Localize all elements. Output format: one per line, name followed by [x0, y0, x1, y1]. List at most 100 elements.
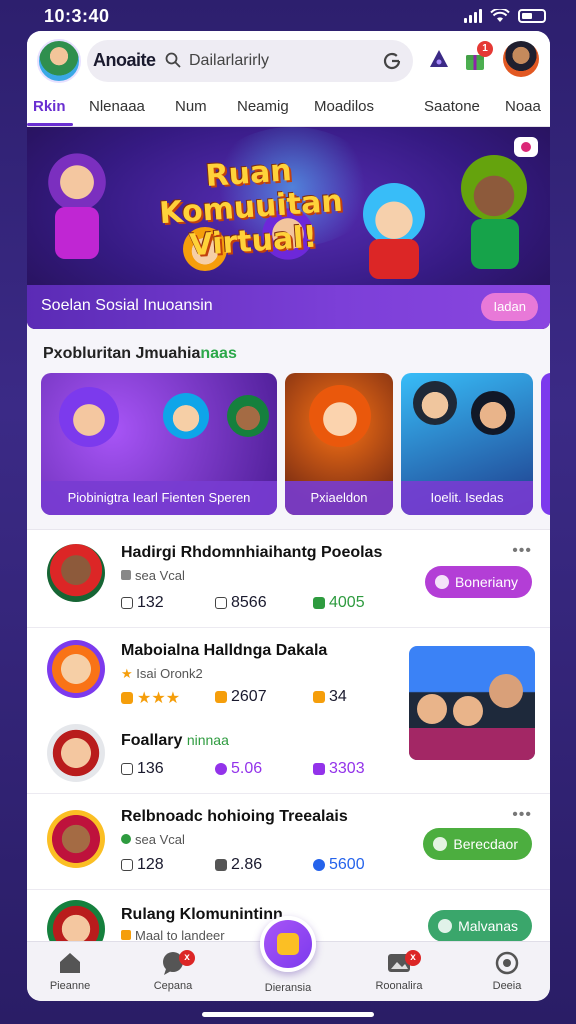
status-icons [464, 9, 546, 23]
upload-icon[interactable] [427, 47, 451, 71]
post-action-button[interactable]: Boneriany [424, 566, 532, 598]
hero-join-button[interactable]: Iadan [481, 293, 538, 321]
tile-character [163, 393, 209, 439]
tile-character [59, 387, 119, 447]
tile-caption: Piobinigtra Iearl Fienten Speren [41, 481, 277, 515]
top-header: Anoaite Dailarlarirly 1 [27, 31, 550, 91]
more-options-icon[interactable]: ••• [512, 806, 532, 824]
nav-chat[interactable]: x Cepana [133, 950, 213, 992]
nav-profile[interactable]: Deeia [467, 950, 547, 992]
gallery-badge: x [405, 950, 421, 966]
feed-list: Hadirgi Rhdomnhiaihantg Poeolas sea Vcal… [27, 529, 550, 958]
search-bar[interactable]: Anoaite Dailarlarirly [87, 40, 413, 82]
nav-create[interactable]: Dieransia [248, 982, 328, 994]
profile-icon [495, 951, 519, 975]
battery-icon [518, 9, 546, 23]
comment-count: 132 [121, 594, 164, 612]
tab-saatone[interactable]: Saatone [424, 98, 480, 115]
nav-home[interactable]: Pieanne [30, 950, 110, 992]
featured-tile-peek[interactable] [541, 373, 550, 515]
share-count: 8566 [215, 594, 267, 612]
create-button[interactable] [260, 916, 316, 972]
post-author[interactable]: Maboialna Halldnga Dakala [121, 642, 327, 660]
notification-badge: 1 [477, 41, 493, 57]
section-title: Pxobluritan Jmuahianaas [43, 345, 237, 362]
search-icon [165, 52, 181, 68]
create-icon [277, 933, 299, 955]
comment-count: 128 [121, 856, 164, 874]
like-count: 3303 [313, 760, 365, 778]
like-count: 34 [313, 688, 347, 706]
chat-badge: x [179, 950, 195, 966]
post-action-button[interactable]: Malvanas [428, 910, 532, 942]
post-author[interactable]: Relbnoadc hohioing Treealais [121, 808, 348, 826]
like-count: 4005 [313, 594, 365, 612]
post-meta: ★ Isai Oronk2 [121, 666, 203, 681]
feed-post[interactable]: Hadirgi Rhdomnhiaihantg Poeolas sea Vcal… [27, 530, 550, 628]
post-meta: sea Vcal [121, 832, 185, 847]
comment-count: 136 [121, 760, 164, 778]
post-avatar[interactable] [47, 810, 105, 868]
profile-avatar[interactable] [503, 41, 539, 77]
feed-post[interactable]: Foallary ninnaa 136 5.06 3303 [27, 708, 550, 794]
tile-caption: Pxiaeldon [285, 481, 393, 515]
hero-video-icon[interactable] [514, 137, 538, 157]
tile-character [413, 381, 457, 425]
app-screen: Anoaite Dailarlarirly 1 Rkin Nlenaaa Num… [27, 31, 550, 1001]
voice-search-icon[interactable] [381, 50, 403, 72]
tile-character [471, 391, 515, 435]
hero-character-jester [45, 147, 109, 211]
hero-character-greenhat-body [471, 219, 519, 269]
hero-footer: Soelan Sosial Inuoansin Iadan [27, 285, 550, 329]
post-meta: sea Vcal [121, 568, 185, 583]
post-author[interactable]: Rulang Klomunintinn [121, 906, 283, 924]
tab-num[interactable]: Num [175, 98, 207, 115]
nav-gallery[interactable]: x Roonalira [359, 950, 439, 992]
post-avatar[interactable] [47, 724, 105, 782]
status-bar: 10:3:40 [0, 0, 576, 32]
tile-character [227, 395, 269, 437]
like-count: 5600 [313, 856, 365, 874]
more-options-icon[interactable]: ••• [512, 542, 532, 560]
post-avatar[interactable] [47, 640, 105, 698]
app-title: Anoaite [93, 50, 156, 70]
share-count: 2607 [215, 688, 267, 706]
hero-banner[interactable]: Ruan Komuuitan Virtual! Soelan Sosial In… [27, 127, 550, 329]
featured-tile[interactable]: Piobinigtra Iearl Fienten Speren [41, 373, 277, 515]
post-avatar[interactable] [47, 544, 105, 602]
home-indicator[interactable] [202, 1012, 374, 1017]
share-count: 5.06 [215, 760, 262, 778]
home-icon [60, 953, 80, 973]
post-author[interactable]: Foallary ninnaa [121, 732, 229, 750]
bottom-navigation: Pieanne x Cepana Dieransia x Roonalira D… [27, 916, 550, 1001]
hero-character-bluehair-body [369, 239, 419, 279]
share-count: 2.86 [215, 856, 262, 874]
tab-rkin[interactable]: Rkin [33, 98, 66, 115]
hero-title: Ruan Komuuitan Virtual! [158, 153, 344, 264]
featured-carousel[interactable]: Piobinigtra Iearl Fienten Speren Pxiaeld… [41, 373, 550, 517]
hero-character-jester-body [55, 207, 99, 259]
user-avatar[interactable] [37, 39, 81, 83]
tab-noaa[interactable]: Noaa [505, 98, 541, 115]
category-tabs: Rkin Nlenaaa Num Neamig Moadilos Saatone… [27, 91, 550, 127]
tile-caption: Ioelit. Isedas [401, 481, 533, 515]
photo-person [489, 674, 523, 708]
tab-moadilos[interactable]: Moadilos [314, 98, 374, 115]
status-time: 10:3:40 [44, 6, 110, 26]
rating-stars: ★★★ [121, 688, 180, 708]
hero-subtitle: Soelan Sosial Inuoansin [41, 297, 213, 314]
search-input[interactable]: Dailarlarirly [189, 52, 269, 70]
feed-post[interactable]: Relbnoadc hohioing Treealais sea Vcal ••… [27, 794, 550, 890]
tab-neamig[interactable]: Neamig [237, 98, 289, 115]
featured-tile[interactable]: Pxiaeldon [285, 373, 393, 515]
notifications-button[interactable]: 1 [463, 41, 493, 73]
hero-character-greenhat [461, 155, 527, 221]
post-action-button[interactable]: Berecdaor [423, 828, 532, 860]
post-author[interactable]: Hadirgi Rhdomnhiaihantg Poeolas [121, 544, 382, 562]
active-tab-indicator [27, 123, 73, 126]
tile-character [309, 385, 371, 447]
tab-nlenaaa[interactable]: Nlenaaa [89, 98, 145, 115]
signal-icon [464, 9, 482, 23]
wifi-icon [490, 9, 510, 22]
featured-tile[interactable]: Ioelit. Isedas [401, 373, 533, 515]
